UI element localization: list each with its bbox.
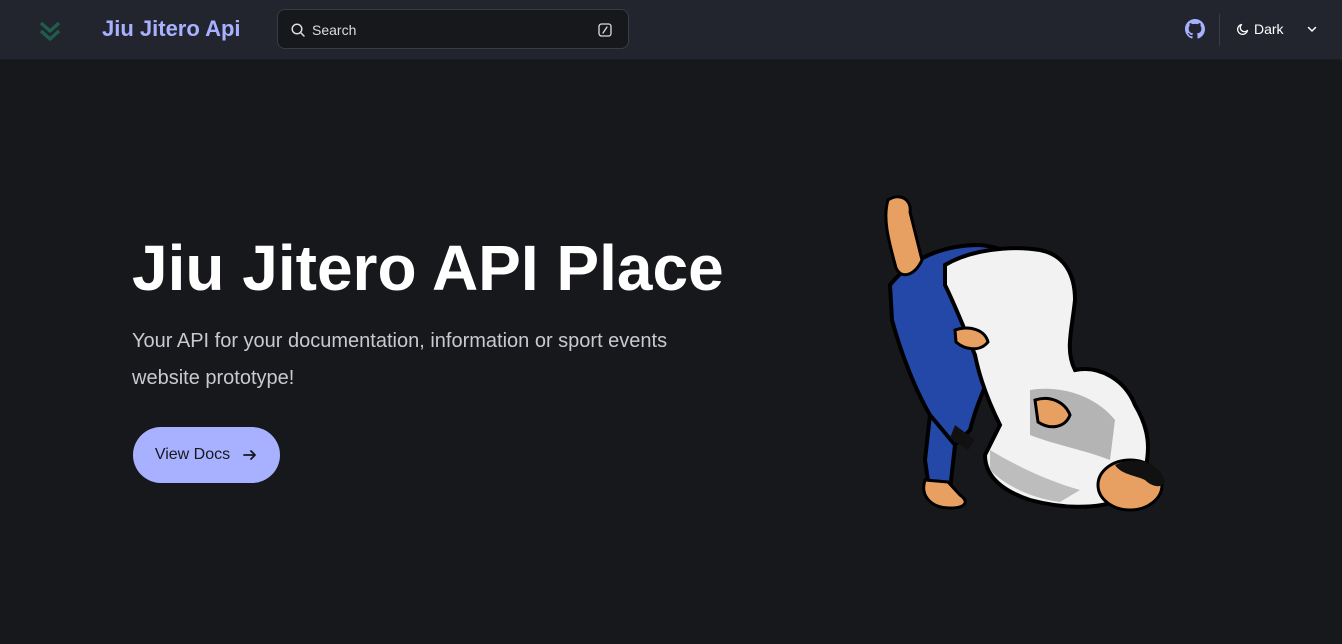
hero-title: Jiu Jitero API Place [132,232,724,304]
arrow-right-icon [243,450,257,460]
github-icon[interactable] [1185,19,1205,39]
hero-description: Your API for your documentation, informa… [132,330,668,389]
search-icon [291,23,305,37]
navbar-divider [1219,14,1220,46]
double-chevron-down-icon[interactable] [36,16,64,44]
slash-key-icon [598,23,612,37]
theme-switcher[interactable]: Dark [1236,16,1326,42]
chevron-down-icon [1307,26,1316,32]
jiu-jitsu-illustration [884,195,1165,512]
view-docs-button[interactable]: View Docs [133,427,280,483]
view-docs-label: View Docs [154,446,231,463]
moon-icon [1236,23,1249,36]
search-box[interactable] [277,9,629,49]
site-title[interactable]: Jiu Jitero Api [102,16,241,42]
search-input[interactable] [312,20,582,40]
theme-label: Dark [1254,21,1284,37]
top-navbar: Jiu Jitero Api Dark [0,0,1342,60]
